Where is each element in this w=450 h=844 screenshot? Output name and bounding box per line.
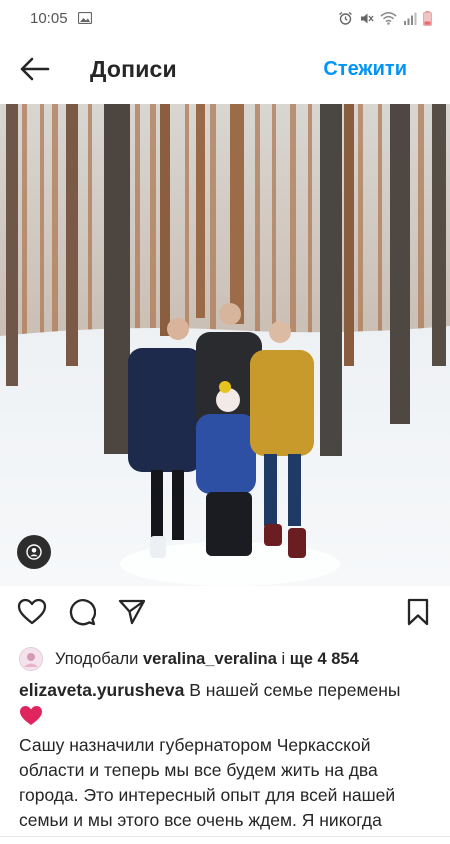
battery-icon — [423, 10, 432, 26]
liker-username[interactable]: veralina_veralina — [143, 650, 277, 669]
status-bar: 10:05 — [0, 0, 450, 36]
like-button[interactable] — [16, 598, 48, 630]
photo-illustration — [0, 104, 450, 586]
status-time: 10:05 — [30, 9, 68, 27]
likes-summary[interactable]: Уподобали veralina_veralina і ще 4 854 — [19, 646, 359, 672]
comment-button[interactable] — [66, 598, 98, 630]
likes-prefix: Уподобали — [55, 649, 139, 668]
wifi-icon — [380, 11, 397, 25]
liker-avatar — [19, 647, 43, 671]
caption-body: Сашу назначили губернатором Черкасской о… — [19, 735, 396, 830]
signal-icon — [403, 12, 417, 25]
follow-button[interactable]: Стежити — [323, 58, 407, 81]
person-tag-icon — [26, 544, 42, 560]
bookmark-icon — [407, 598, 429, 631]
header: Дописи Стежити — [0, 36, 450, 104]
back-button[interactable] — [18, 54, 52, 88]
page-title: Дописи — [90, 56, 177, 82]
post-caption: elizaveta.yurusheva В нашей семье переме… — [19, 678, 431, 833]
share-button[interactable] — [116, 598, 148, 630]
red-heart-icon — [19, 705, 43, 733]
share-icon — [118, 599, 146, 630]
post-photo[interactable] — [0, 104, 450, 586]
alarm-icon — [338, 11, 353, 26]
mute-icon — [359, 11, 374, 26]
arrow-left-icon — [20, 57, 50, 86]
divider — [0, 836, 450, 837]
tagged-people-button[interactable] — [17, 535, 51, 569]
heart-icon — [17, 598, 47, 630]
post-actions — [0, 586, 450, 642]
image-icon — [77, 12, 92, 24]
caption-author[interactable]: elizaveta.yurusheva — [19, 680, 184, 700]
comment-icon — [68, 598, 97, 631]
caption-first-line: В нашей семье перемены — [189, 680, 401, 700]
save-button[interactable] — [402, 598, 434, 630]
likes-count[interactable]: ще 4 854 — [290, 650, 359, 669]
